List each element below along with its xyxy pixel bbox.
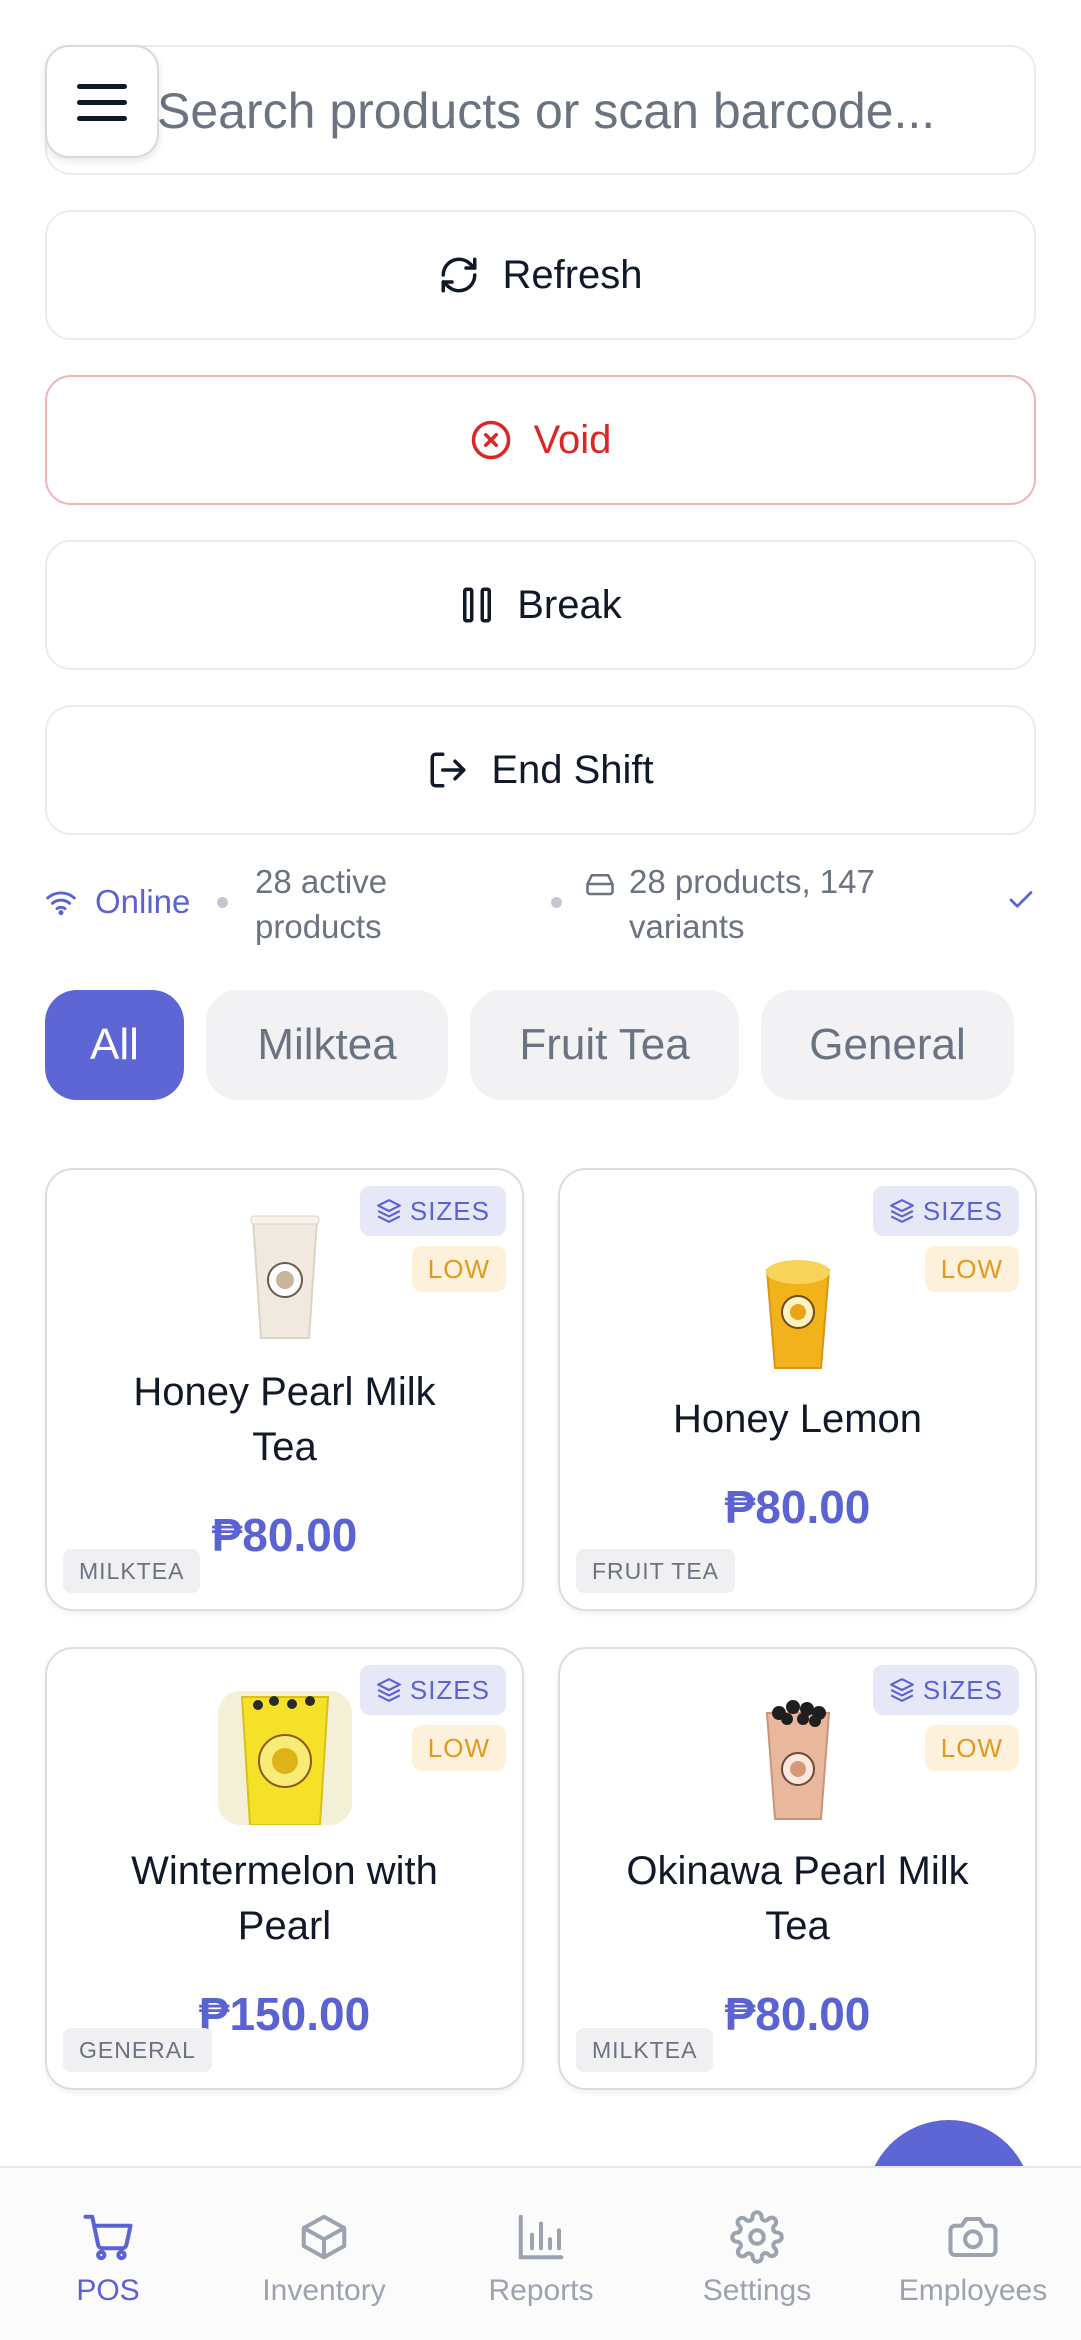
nav-item-settings[interactable]: Settings — [649, 2168, 865, 2340]
menu-button[interactable] — [45, 45, 159, 158]
product-image — [217, 1691, 352, 1825]
product-name-line-1: Honey Pearl Milk — [133, 1370, 436, 1414]
product-image — [765, 1700, 830, 1820]
category-chip-general[interactable]: General — [761, 990, 1014, 1100]
low-stock-badge: LOW — [924, 1725, 1019, 1771]
sizes-label: SIZES — [409, 1674, 490, 1705]
nav-label-employees: Employees — [898, 2274, 1048, 2307]
sizes-badge: SIZES — [872, 1186, 1019, 1236]
hard-drive-icon — [586, 874, 614, 896]
search-input[interactable] — [157, 71, 1017, 151]
product-image — [250, 1215, 319, 1339]
separator-dot — [217, 897, 228, 908]
product-card[interactable]: SIZES LOW Wintermelon with Pearl ₱150.00… — [45, 1647, 524, 2090]
product-name-line-1: Wintermelon with — [131, 1849, 438, 1893]
product-price: ₱80.00 — [724, 1481, 871, 1533]
variants-line-1: 28 products, 147 — [629, 863, 875, 900]
shopping-cart-icon — [83, 2214, 133, 2261]
low-stock-badge: LOW — [411, 1246, 506, 1292]
category-tag: GENERAL — [63, 2028, 212, 2072]
product-name-line-1: Honey Lemon — [672, 1397, 923, 1441]
nav-label-inventory: Inventory — [262, 2274, 386, 2307]
log-out-icon — [430, 752, 466, 788]
hamburger-icon — [77, 83, 127, 121]
layers-icon — [376, 1199, 401, 1223]
product-name-line-2: Tea — [252, 1425, 317, 1469]
end-shift-label: End Shift — [491, 747, 654, 792]
product-name: Honey Lemon — [580, 1392, 1015, 1447]
status-row: Online 28 active products 28 products, 1… — [45, 855, 1036, 950]
refresh-label: Refresh — [502, 252, 643, 297]
sizes-badge: SIZES — [359, 1186, 506, 1236]
gear-icon — [730, 2210, 784, 2264]
product-card[interactable]: SIZES LOW Honey Pearl Milk Tea ₱80.00 MI… — [45, 1168, 524, 1611]
break-button[interactable]: Break — [45, 540, 1036, 670]
product-name: Okinawa Pearl Milk Tea — [580, 1844, 1015, 1954]
layers-icon — [889, 1199, 914, 1223]
refresh-button[interactable]: Refresh — [45, 210, 1036, 340]
sizes-label: SIZES — [922, 1195, 1003, 1226]
low-stock-badge: LOW — [924, 1246, 1019, 1292]
active-line-1: 28 active — [255, 863, 388, 900]
sizes-label: SIZES — [409, 1195, 490, 1226]
online-label: Online — [95, 883, 191, 920]
nav-item-pos[interactable]: POS — [0, 2168, 216, 2340]
void-label: Void — [533, 417, 612, 462]
refresh-icon — [441, 257, 477, 293]
check-icon — [1009, 891, 1033, 908]
package-icon — [301, 2214, 347, 2260]
product-name-line-1: Okinawa Pearl Milk — [626, 1849, 969, 1893]
category-tag: MILKTEA — [63, 1549, 201, 1593]
product-name: Honey Pearl Milk Tea — [67, 1365, 502, 1475]
online-status: Online — [45, 883, 190, 921]
wifi-icon — [46, 891, 76, 916]
product-card[interactable]: SIZES LOW Okinawa Pearl Milk Tea ₱80.00 … — [558, 1647, 1037, 2090]
end-shift-button[interactable]: End Shift — [45, 705, 1036, 835]
products-variants-count: 28 products, 147 variants — [585, 859, 905, 949]
category-tag: MILKTEA — [576, 2028, 714, 2072]
break-label: Break — [517, 582, 622, 627]
category-chip-milktea[interactable]: Milktea — [206, 990, 448, 1100]
category-chip-all[interactable]: All — [45, 990, 184, 1100]
nav-item-reports[interactable]: Reports — [433, 2168, 649, 2340]
nav-label-reports: Reports — [488, 2274, 594, 2307]
bar-chart-icon — [518, 2214, 564, 2260]
nav-label-settings: Settings — [702, 2274, 812, 2307]
layers-icon — [376, 1678, 401, 1702]
product-name: Wintermelon with Pearl — [67, 1844, 502, 1954]
pause-icon — [463, 587, 492, 623]
product-name-line-2: Tea — [765, 1904, 830, 1948]
void-button[interactable]: Void — [45, 375, 1036, 505]
bottom-nav: POS Inventory Reports Settings Employees — [0, 2166, 1081, 2340]
product-card[interactable]: SIZES LOW Honey Lemon ₱80.00 FRUIT TEA — [558, 1168, 1037, 1611]
camera-icon — [948, 2216, 998, 2258]
sizes-badge: SIZES — [872, 1665, 1019, 1715]
nav-item-employees[interactable]: Employees — [865, 2168, 1081, 2340]
low-stock-badge: LOW — [411, 1725, 506, 1771]
layers-icon — [889, 1678, 914, 1702]
active-products-count: 28 active products — [255, 859, 425, 949]
category-tag: FRUIT TEA — [576, 1549, 735, 1593]
sizes-label: SIZES — [922, 1674, 1003, 1705]
variants-line-2: variants — [629, 908, 745, 945]
separator-dot — [551, 897, 562, 908]
sizes-badge: SIZES — [359, 1665, 506, 1715]
nav-item-inventory[interactable]: Inventory — [216, 2168, 432, 2340]
search-bar — [45, 45, 1036, 175]
product-image — [765, 1260, 830, 1369]
nav-label-pos: POS — [76, 2274, 140, 2307]
category-chip-fruit-tea[interactable]: Fruit Tea — [470, 990, 739, 1100]
product-name-line-2: Pearl — [237, 1904, 332, 1948]
x-circle-icon — [471, 420, 510, 460]
active-line-2: products — [255, 908, 382, 945]
